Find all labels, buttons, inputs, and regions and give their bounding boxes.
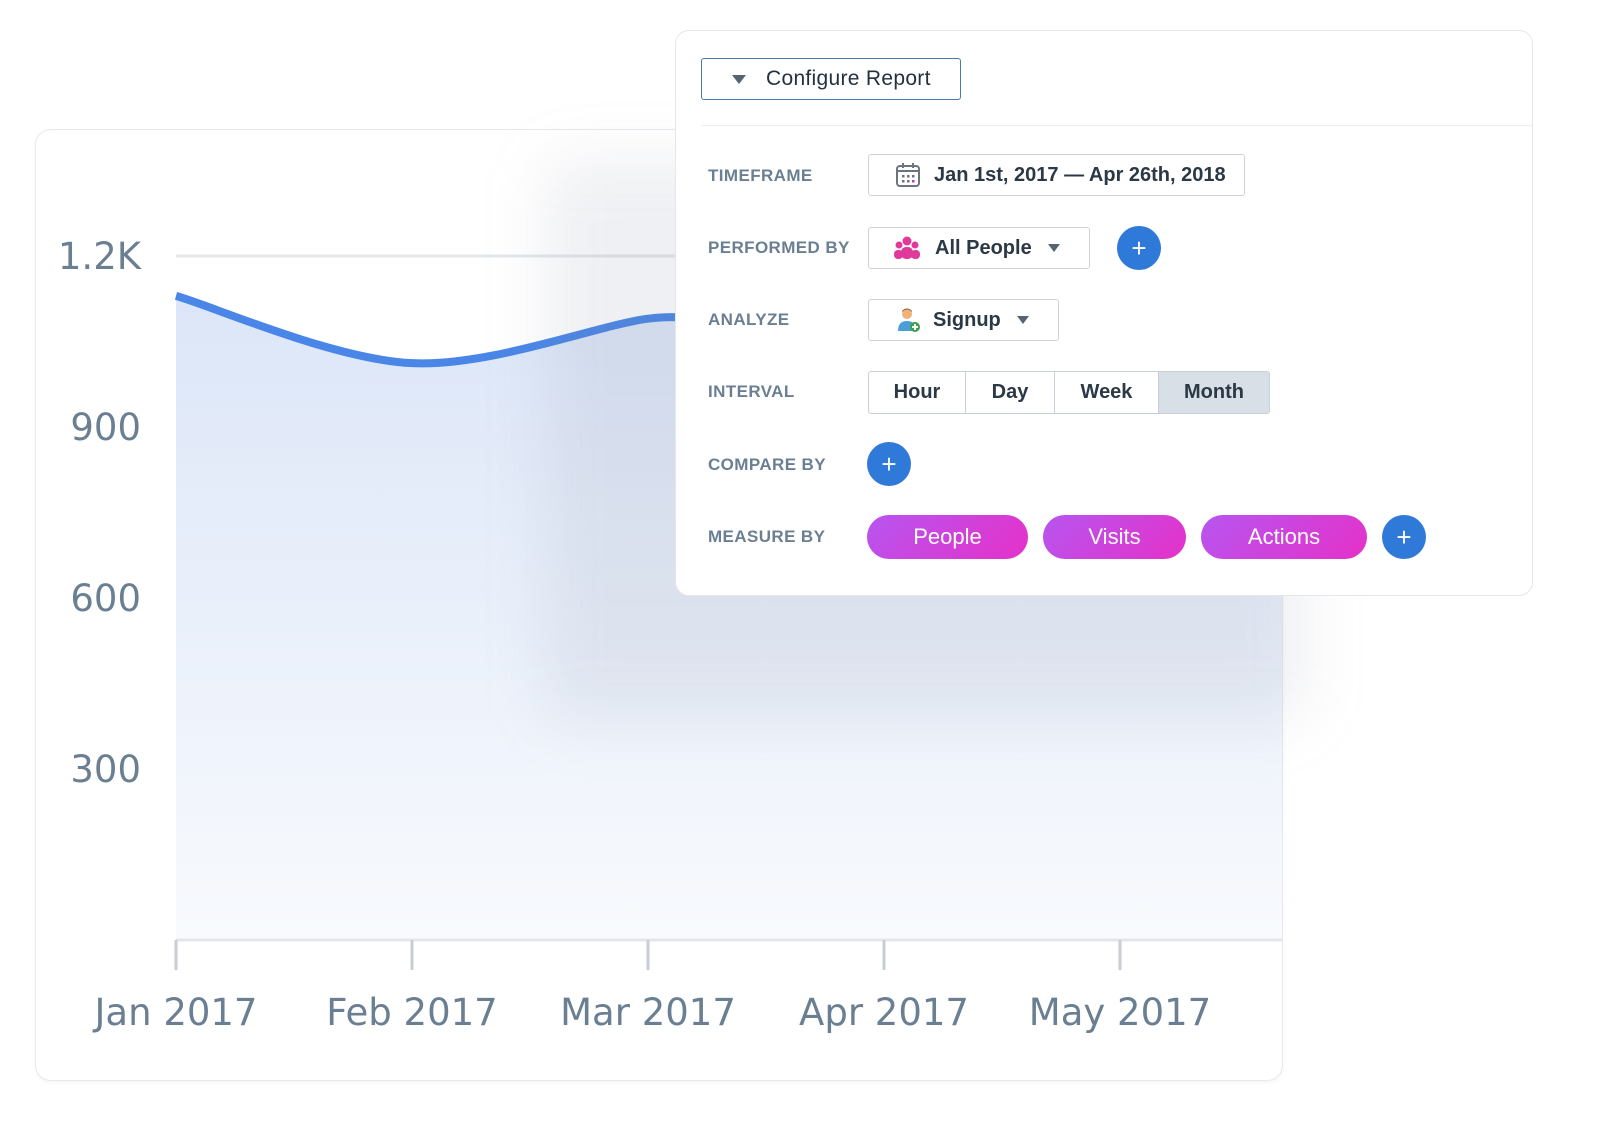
x-tick-label: May 2017 xyxy=(1029,991,1211,1034)
interval-label: INTERVAL xyxy=(708,382,795,401)
plus-icon: + xyxy=(1396,522,1412,552)
performed-by-dropdown[interactable]: All People xyxy=(868,227,1090,269)
plus-icon: + xyxy=(881,449,897,479)
caret-down-icon xyxy=(732,74,746,84)
timeframe-label: TIMEFRAME xyxy=(708,166,813,185)
y-tick-label: 900 xyxy=(70,406,141,449)
interval-option-hour[interactable]: Hour xyxy=(869,372,966,413)
interval-option-month[interactable]: Month xyxy=(1159,372,1269,413)
x-tick-label: Jan 2017 xyxy=(93,991,258,1034)
y-tick-label: 1.2K xyxy=(58,235,143,278)
configure-report-panel: Configure Report TIMEFRAME Jan 1st, 2017… xyxy=(675,30,1533,596)
plus-icon: + xyxy=(1131,233,1147,263)
x-tick-label: Feb 2017 xyxy=(326,991,497,1034)
calendar-icon xyxy=(895,162,921,188)
configure-report-toggle[interactable]: Configure Report xyxy=(701,58,961,100)
interval-option-week[interactable]: Week xyxy=(1055,372,1159,413)
analyze-value: Signup xyxy=(933,308,1001,331)
measure-pill-actions[interactable]: Actions xyxy=(1201,515,1367,559)
people-group-icon xyxy=(893,236,921,260)
configure-report-label: Configure Report xyxy=(766,67,931,90)
add-compare-by-button[interactable]: + xyxy=(867,442,911,486)
x-tick-label: Apr 2017 xyxy=(799,991,969,1034)
add-performed-by-button[interactable]: + xyxy=(1117,226,1161,270)
performed-by-label: PERFORMED BY xyxy=(708,238,850,257)
interval-option-day[interactable]: Day xyxy=(966,372,1055,413)
analyze-label: ANALYZE xyxy=(708,310,790,329)
y-tick-label: 300 xyxy=(70,748,141,791)
measure-by-label: MEASURE BY xyxy=(708,527,826,546)
measure-pill-people[interactable]: People xyxy=(867,515,1028,559)
timeframe-value: Jan 1st, 2017 — Apr 26th, 2018 xyxy=(934,163,1226,186)
caret-down-icon xyxy=(1047,244,1060,252)
user-add-icon xyxy=(897,307,921,333)
performed-by-value: All People xyxy=(935,236,1032,259)
measure-pill-visits[interactable]: Visits xyxy=(1043,515,1186,559)
analyze-dropdown[interactable]: Signup xyxy=(868,299,1059,341)
y-tick-label: 600 xyxy=(70,577,141,620)
x-tick-label: Mar 2017 xyxy=(560,991,736,1034)
caret-down-icon xyxy=(1016,316,1029,324)
timeframe-picker[interactable]: Jan 1st, 2017 — Apr 26th, 2018 xyxy=(868,154,1245,196)
interval-segmented-control: Hour Day Week Month xyxy=(868,371,1270,414)
add-measure-by-button[interactable]: + xyxy=(1382,515,1426,559)
divider xyxy=(701,125,1532,126)
compare-by-label: COMPARE BY xyxy=(708,455,826,474)
